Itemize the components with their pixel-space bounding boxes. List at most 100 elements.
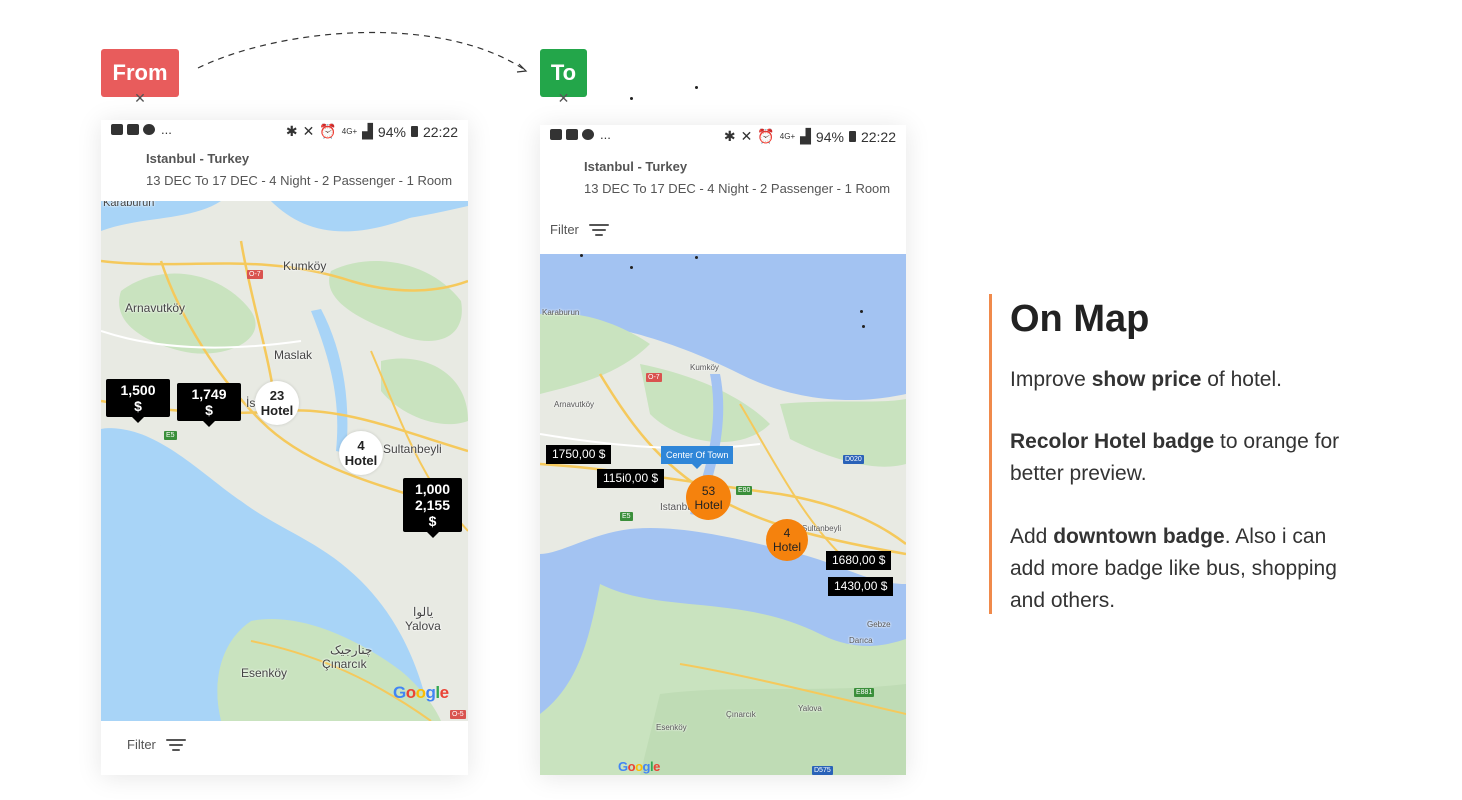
price-line: $ [205,402,213,418]
status-bar: ... ✱ ✕ ⏰ 4G+ ▟ 94% 22:22 [101,120,468,142]
hotel-cluster[interactable]: 23 Hotel [255,381,299,425]
clock: 22:22 [422,123,458,140]
cluster-label: Hotel [694,497,723,512]
filter-icon [165,738,186,752]
price-badge[interactable]: 1,500 $ [106,379,170,417]
road-label: E80 [736,486,753,495]
place-label: Darıca [849,636,873,645]
place-label: چنارجیک [330,643,373,657]
text: Improve [1010,368,1092,391]
to-tag: To ✕ [540,49,587,105]
status-bar: ... ✱ ✕ ⏰ 4G+ ▟ 94% 22:22 [540,125,906,147]
place-label: Yalova [798,704,822,713]
price-tag[interactable]: 1750,00 $ [546,445,612,464]
place-label: یالوا [413,605,434,619]
notification-icon [143,124,155,135]
place-label: Yalova [405,619,441,633]
shield-icon [127,124,139,135]
bluetooth-icon: ✱ [285,123,298,139]
place-label: Çınarcık [322,657,367,671]
trip-details: 13 DEC To 17 DEC - 4 Night - 2 Passenger… [584,181,891,196]
bold-text: show price [1091,368,1202,391]
decorative-dot [630,266,633,269]
filter-label: Filter [127,737,156,752]
place-label: Karaburun [103,201,155,209]
road-label: O-7 [247,270,263,279]
network-label: 4G+ [779,132,796,141]
map-canvas [101,201,468,721]
filter-icon [588,223,609,237]
place-label: Sultanbeyli [802,524,842,533]
price-badge[interactable]: 1,749 $ [177,383,241,421]
cluster-label: Hotel [260,403,294,418]
hotel-cluster[interactable]: 53 Hotel [686,475,731,520]
cluster-count: 4 [357,438,365,453]
panel-title: On Map [1010,298,1150,340]
image-icon [550,129,562,140]
signal-icon: ▟ [800,128,811,144]
place-label: Çınarcık [726,710,756,719]
mute-icon: ✕ [740,128,753,144]
from-map[interactable]: Karaburun Kumköy Arnavutköy Maslak İstan… [101,201,468,721]
signal-icon: ▟ [362,123,373,139]
cluster-count: 23 [269,388,285,403]
road-label: D575 [812,766,833,775]
place-label: Arnavutköy [125,301,186,315]
cluster-label: Hotel [344,453,378,468]
filter-button[interactable]: Filter [550,222,609,237]
price-tag[interactable]: 1680,00 $ [826,551,892,570]
road-label: E5 [620,512,633,521]
close-icon: ✕ [557,90,570,106]
filter-label: Filter [550,222,579,237]
bold-text: downtown badge [1053,525,1225,548]
price-line: 1,749 [191,386,227,402]
battery-icon [410,126,418,137]
panel-paragraph-2: Recolor Hotel badge to orange for better… [1010,426,1350,490]
from-tag: From ✕ [101,49,179,105]
price-tag[interactable]: 1430,00 $ [828,577,894,596]
from-phone-screen: ... ✱ ✕ ⏰ 4G+ ▟ 94% 22:22 Istanbul - Tur… [101,120,468,775]
downtown-badge[interactable]: Center Of Town [661,446,734,464]
to-map[interactable]: Karaburun Kumköy Arnavutköy Istanbul Geb… [540,254,906,775]
battery-percent: 94% [377,123,406,140]
decorative-dot [580,254,583,257]
to-tag-label: To [550,60,577,85]
alarm-icon: ⏰ [757,128,775,144]
price-badge[interactable]: 1,000 2,155 $ [403,478,462,532]
text: Add [1010,525,1054,548]
price-tag[interactable]: 115i0,00 $ [597,469,665,488]
bold-text: Recolor Hotel badge [1010,430,1215,453]
place-label: Gebze [867,620,891,629]
place-label: Esenköy [656,723,687,732]
decorative-dot [630,97,633,100]
network-label: 4G+ [341,127,358,136]
filter-button[interactable]: Filter [127,737,186,752]
from-tag-label: From [112,60,168,85]
notification-icon [582,129,594,140]
google-logo: Google [393,683,449,702]
road-label: D020 [843,455,864,464]
place-label: Kumköy [283,259,327,273]
price-line: $ [428,513,437,529]
more-icon: ... [161,121,172,137]
more-icon: ... [600,126,611,142]
bluetooth-icon: ✱ [723,128,736,144]
price-line: 1,000 [414,481,451,497]
hotel-cluster[interactable]: 4 Hotel [766,519,808,561]
panel-paragraph-1: Improve show price of hotel. [1010,364,1390,396]
cluster-count: 53 [701,483,716,498]
panel-paragraph-3: Add downtown badge. Also i can add more … [1010,521,1365,617]
destination-title: Istanbul - Turkey [584,159,688,174]
text: of hotel. [1201,368,1282,391]
place-label: Karaburun [542,308,580,317]
place-label: Kumköy [690,363,719,372]
shield-icon [566,129,578,140]
price-line: 2,155 [414,497,451,513]
trip-details: 13 DEC To 17 DEC - 4 Night - 2 Passenger… [146,173,453,188]
to-phone-screen: ... ✱ ✕ ⏰ 4G+ ▟ 94% 22:22 Istanbul - Tur… [540,125,906,775]
mute-icon: ✕ [302,123,315,139]
hotel-cluster[interactable]: 4 Hotel [339,431,383,475]
clock: 22:22 [860,128,896,145]
battery-icon [848,131,856,142]
transition-arrow-icon [197,31,528,73]
